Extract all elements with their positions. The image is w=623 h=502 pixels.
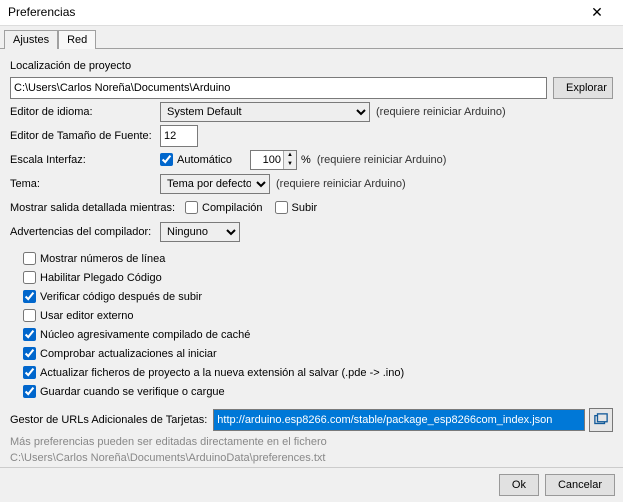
sketchbook-location-input[interactable] bbox=[10, 77, 547, 99]
verify-after-upload-label: Verificar código después de subir bbox=[40, 291, 202, 303]
fontsize-input[interactable] bbox=[160, 125, 198, 147]
verbose-compile-label: Compilación bbox=[202, 202, 263, 214]
boards-url-label: Gestor de URLs Adicionales de Tarjetas: bbox=[10, 414, 207, 426]
close-icon: ✕ bbox=[591, 5, 603, 19]
warnings-label: Advertencias del compilador: bbox=[10, 226, 160, 238]
code-folding-label: Habilitar Plegado Código bbox=[40, 272, 162, 284]
save-on-verify-label: Guardar cuando se verifique o cargue bbox=[40, 386, 225, 398]
boards-url-input[interactable] bbox=[213, 409, 585, 431]
fontsize-label: Editor de Tamaño de Fuente: bbox=[10, 130, 160, 142]
aggressive-cache-checkbox[interactable] bbox=[23, 328, 36, 341]
tab-settings[interactable]: Ajustes bbox=[4, 30, 58, 49]
chevron-up-icon[interactable]: ▲ bbox=[284, 151, 296, 160]
external-editor-checkbox[interactable] bbox=[23, 309, 36, 322]
browse-button[interactable]: Explorar bbox=[553, 77, 613, 99]
chevron-down-icon[interactable]: ▼ bbox=[284, 160, 296, 169]
more-prefs-line1: Más preferencias pueden ser editadas dir… bbox=[10, 436, 613, 448]
check-updates-checkbox[interactable] bbox=[23, 347, 36, 360]
dialog-footer: Ok Cancelar bbox=[0, 467, 623, 502]
aggressive-cache-label: Núcleo agresivamente compilado de caché bbox=[40, 329, 250, 341]
cancel-button[interactable]: Cancelar bbox=[545, 474, 615, 496]
verbose-label: Mostrar salida detallada mientras: bbox=[10, 202, 185, 214]
theme-label: Tema: bbox=[10, 178, 160, 190]
update-extension-checkbox[interactable] bbox=[23, 366, 36, 379]
sketchbook-location-label: Localización de proyecto bbox=[10, 60, 131, 72]
verbose-compile-checkbox[interactable] bbox=[185, 201, 198, 214]
language-hint: (requiere reiniciar Arduino) bbox=[376, 106, 506, 118]
window-title: Preferencias bbox=[8, 5, 75, 19]
save-on-verify-checkbox[interactable] bbox=[23, 385, 36, 398]
theme-hint: (requiere reiniciar Arduino) bbox=[276, 178, 406, 190]
more-prefs-path: C:\Users\Carlos Noreña\Documents\Arduino… bbox=[10, 452, 613, 464]
language-select[interactable]: System Default bbox=[160, 102, 370, 122]
close-button[interactable]: ✕ bbox=[577, 0, 617, 25]
tab-network[interactable]: Red bbox=[58, 30, 96, 49]
line-numbers-label: Mostrar números de línea bbox=[40, 253, 165, 265]
warnings-select[interactable]: Ninguno bbox=[160, 222, 240, 242]
language-label: Editor de idioma: bbox=[10, 106, 160, 118]
check-updates-label: Comprobar actualizaciones al iniciar bbox=[40, 348, 217, 360]
preferences-window: Preferencias ✕ Ajustes Red Localización … bbox=[0, 0, 623, 502]
ok-button[interactable]: Ok bbox=[499, 474, 539, 496]
scale-percent: % bbox=[301, 154, 311, 166]
scale-spinner[interactable]: ▲ ▼ bbox=[250, 150, 297, 170]
scale-auto-checkbox[interactable] bbox=[160, 153, 173, 166]
boards-url-expand-button[interactable] bbox=[589, 408, 613, 432]
scale-hint: (requiere reiniciar Arduino) bbox=[317, 154, 447, 166]
theme-select[interactable]: Tema por defecto bbox=[160, 174, 270, 194]
verify-after-upload-checkbox[interactable] bbox=[23, 290, 36, 303]
scale-label: Escala Interfaz: bbox=[10, 154, 160, 166]
code-folding-checkbox[interactable] bbox=[23, 271, 36, 284]
verbose-upload-checkbox[interactable] bbox=[275, 201, 288, 214]
tab-content: Localización de proyecto Explorar Editor… bbox=[0, 48, 623, 467]
scale-auto-label: Automático bbox=[177, 154, 232, 166]
scale-value-input[interactable] bbox=[251, 152, 283, 168]
external-editor-label: Usar editor externo bbox=[40, 310, 134, 322]
verbose-upload-label: Subir bbox=[292, 202, 318, 214]
line-numbers-checkbox[interactable] bbox=[23, 252, 36, 265]
window-icon bbox=[594, 413, 608, 427]
tab-strip: Ajustes Red bbox=[0, 26, 623, 49]
titlebar: Preferencias ✕ bbox=[0, 0, 623, 26]
update-extension-label: Actualizar ficheros de proyecto a la nue… bbox=[40, 367, 404, 379]
